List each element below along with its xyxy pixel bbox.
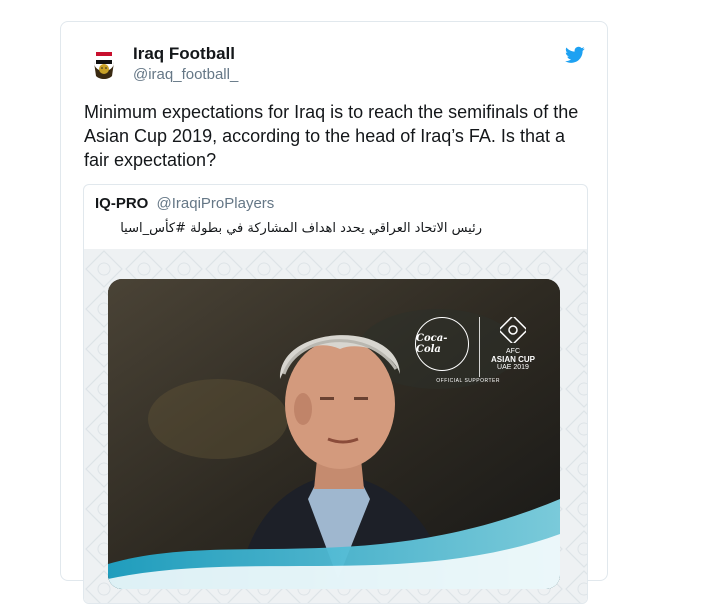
quoted-tweet-media[interactable]: Coca-Cola AFC ASIAN CUP UAE 2019 OFFICIA… [84,249,587,603]
competition-line2: ASIAN CUP [490,355,535,364]
quoted-tweet-header: IQ-PRO @IraqiProPlayers [95,195,274,212]
competition-line3: UAE 2019 [497,364,529,371]
quoted-tweet-text: رئيس الاتحاد العراقي يحدد اهداف المشاركة… [120,221,482,236]
sponsor-name: Coca-Cola [416,333,448,355]
official-supporter-badge: OFFICIAL SUPPORTER [436,378,500,384]
afc-cup-emblem-icon [497,314,529,346]
sponsor-logos: Coca-Cola AFC ASIAN CUP UAE 2019 [415,314,536,377]
quoted-tweet[interactable]: IQ-PRO @IraqiProPlayers رئيس الاتحاد الع… [83,184,588,604]
logo-divider [479,317,480,377]
twitter-bird-icon[interactable] [565,46,585,64]
press-photo: Coca-Cola AFC ASIAN CUP UAE 2019 OFFICIA… [108,279,560,589]
avatar[interactable] [86,46,122,82]
coca-cola-logo: Coca-Cola [415,317,469,371]
tweet-display-name[interactable]: Iraq Football [133,44,235,64]
quoted-display-name[interactable]: IQ-PRO [95,195,148,212]
quoted-handle[interactable]: @IraqiProPlayers [157,195,275,212]
tweet-handle[interactable]: @iraq_football_ [133,66,238,83]
tweet-text: Minimum expectations for Iraq is to reac… [84,102,579,170]
afc-asian-cup-logo: AFC ASIAN CUP UAE 2019 [490,314,536,372]
embedded-tweet-card: Iraq Football @iraq_football_ Minimum ex… [60,21,608,604]
iraq-football-crest-icon [87,47,121,81]
